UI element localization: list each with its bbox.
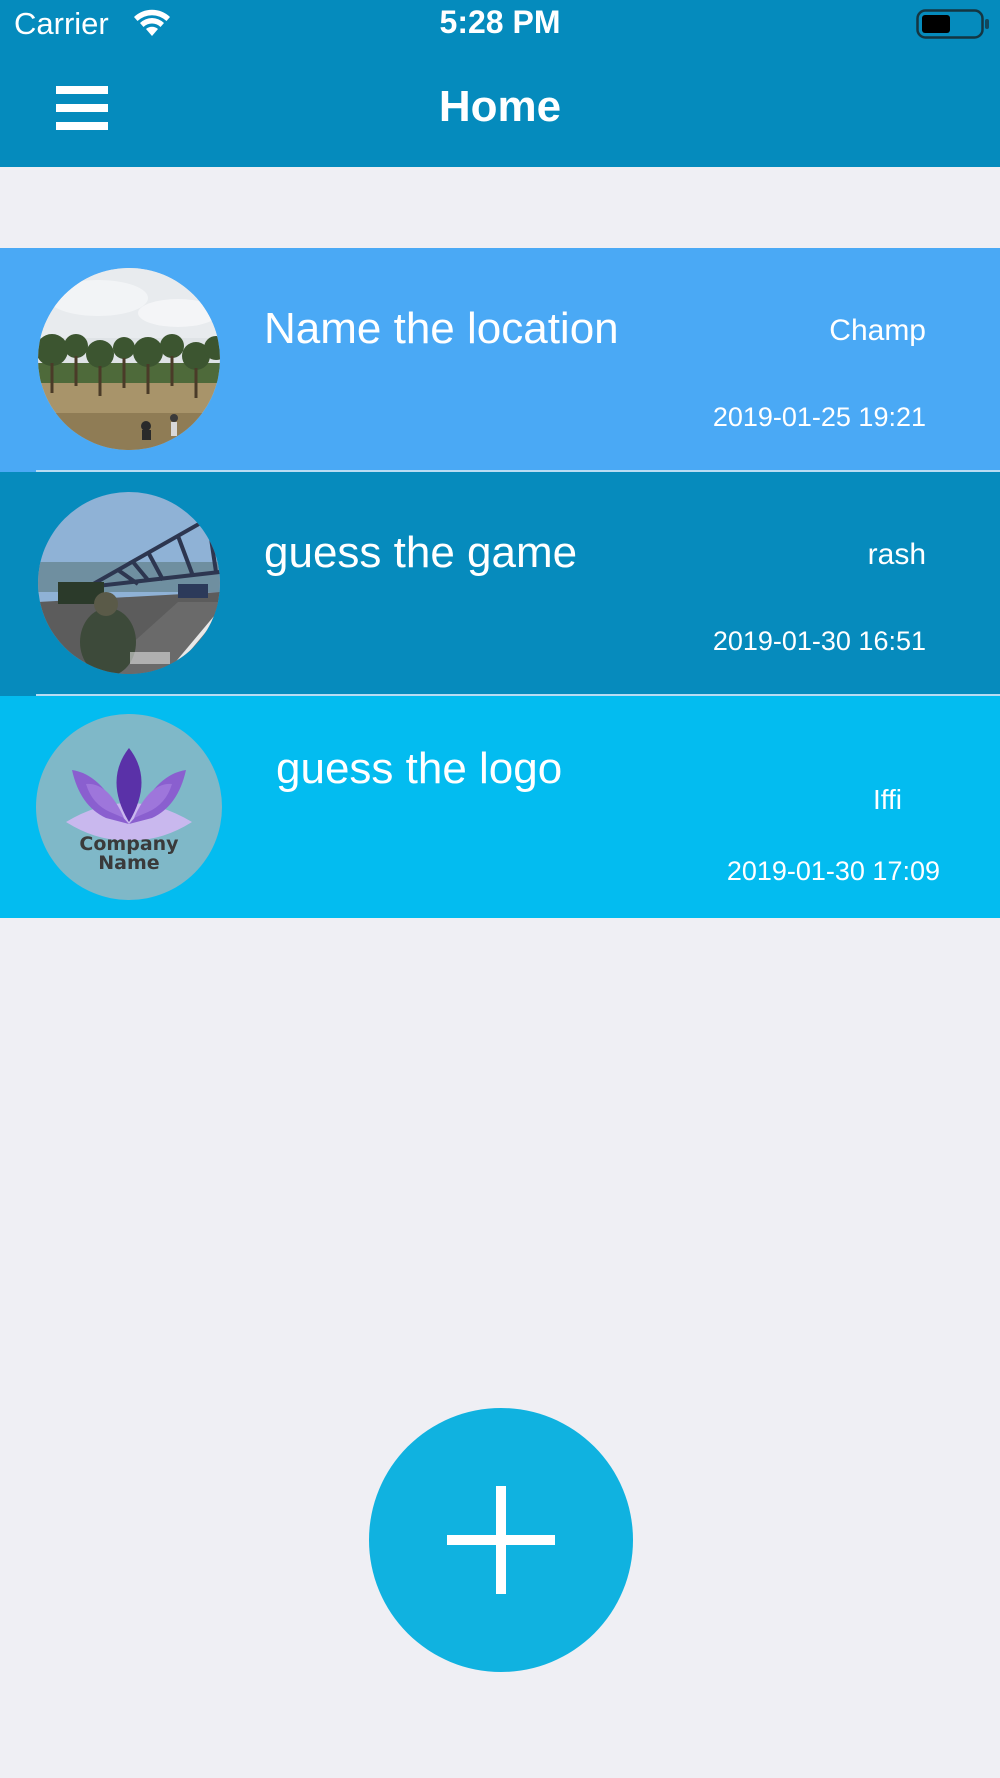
plus-icon bbox=[447, 1486, 555, 1594]
home-screen: Carrier 5:28 PM Home Name the location C… bbox=[0, 0, 1000, 1778]
posts-list: Name the location Champ 2019-01-25 19:21 bbox=[0, 248, 1000, 918]
game-screenshot-thumbnail bbox=[38, 492, 220, 674]
post-date: 2019-01-25 19:21 bbox=[712, 402, 926, 432]
post-author: Champ bbox=[829, 314, 926, 347]
company-logo-thumbnail: Company Name bbox=[36, 714, 222, 900]
battery-icon bbox=[916, 9, 989, 39]
page-title: Home bbox=[438, 82, 562, 131]
landscape-photo-thumbnail bbox=[38, 268, 220, 450]
post-title: guess the game bbox=[264, 528, 578, 577]
list-item[interactable]: Company Name guess the logo Iffi 2019-01… bbox=[0, 696, 1000, 918]
post-date: 2019-01-30 17:09 bbox=[726, 856, 940, 886]
post-author: Iffi bbox=[872, 784, 902, 815]
post-date: 2019-01-30 16:51 bbox=[712, 626, 926, 656]
post-author: rash bbox=[867, 538, 926, 571]
post-title: guess the logo bbox=[276, 744, 563, 793]
add-post-button[interactable] bbox=[369, 1408, 633, 1672]
list-item[interactable]: Name the location Champ 2019-01-25 19:21 bbox=[0, 248, 1000, 472]
logo-name-text: Name bbox=[98, 852, 159, 874]
status-time: 5:28 PM bbox=[439, 4, 561, 40]
list-item[interactable]: guess the game rash 2019-01-30 16:51 bbox=[0, 472, 1000, 696]
post-title: Name the location bbox=[264, 304, 619, 353]
top-bar: Carrier 5:28 PM Home bbox=[0, 0, 1000, 167]
